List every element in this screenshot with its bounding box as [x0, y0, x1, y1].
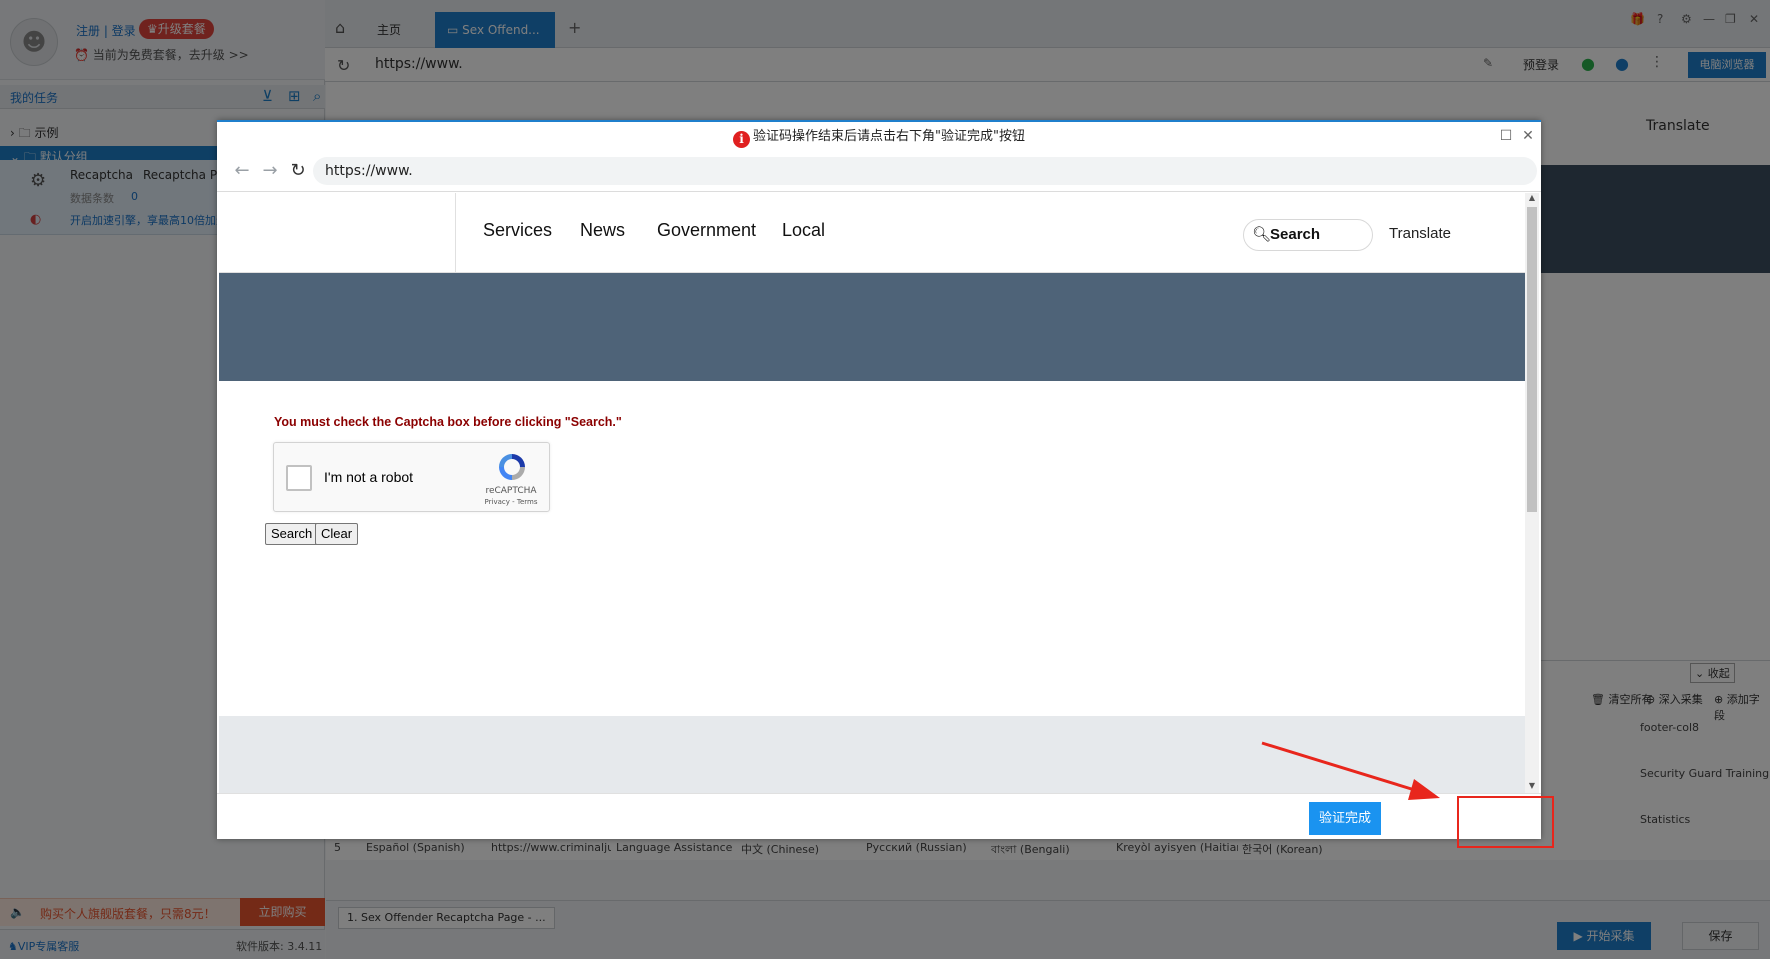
- reload-icon[interactable]: ↻: [287, 160, 309, 182]
- verify-complete-button[interactable]: 验证完成: [1309, 802, 1381, 835]
- scroll-up-icon[interactable]: ▲: [1527, 193, 1537, 202]
- back-icon[interactable]: ←: [231, 160, 253, 182]
- nav-local[interactable]: Local: [782, 220, 825, 241]
- nav-news[interactable]: News: [580, 220, 625, 241]
- clear-button[interactable]: Clear: [315, 523, 359, 545]
- maximize-icon[interactable]: ☐: [1496, 126, 1516, 146]
- search-button[interactable]: Search: [265, 523, 319, 545]
- site-search-button[interactable]: 🔍︎ Search: [1243, 219, 1373, 251]
- close-icon[interactable]: ✕: [1518, 126, 1538, 146]
- header-divider: [455, 193, 456, 273]
- hero-banner: [219, 273, 1525, 381]
- site-header: Services News Government Local 🔍︎ Search …: [219, 193, 1525, 273]
- recaptcha-logo-icon: [499, 454, 525, 480]
- page-footer: [219, 716, 1525, 793]
- scroll-down-icon[interactable]: ▼: [1527, 781, 1537, 790]
- recaptcha-label: I'm not a robot: [324, 469, 414, 485]
- recaptcha-checkbox[interactable]: [286, 465, 312, 491]
- captcha-verification-dialog: i 验证码操作结束后请点击右下角"验证完成"按钮 ☐ ✕ ← → ↻ https:…: [217, 120, 1541, 839]
- recaptcha-widget: I'm not a robot reCAPTCHA Privacy - Term…: [273, 442, 550, 512]
- search-icon: 🔍︎: [1252, 226, 1272, 243]
- scroll-thumb[interactable]: [1527, 207, 1537, 512]
- highlight-box: [1457, 796, 1554, 848]
- nav-government[interactable]: Government: [657, 220, 756, 241]
- recaptcha-privacy-terms[interactable]: Privacy - Terms: [476, 498, 546, 506]
- url-input[interactable]: https://www.: [313, 157, 1537, 185]
- web-page: Services News Government Local 🔍︎ Search …: [219, 193, 1525, 793]
- info-icon: i: [733, 131, 751, 148]
- nav-services[interactable]: Services: [483, 220, 552, 241]
- dialog-navbar: ← → ↻ https://www.: [217, 150, 1541, 192]
- translate-link[interactable]: Translate: [1389, 225, 1451, 242]
- captcha-error-message: You must check the Captcha box before cl…: [274, 415, 622, 429]
- page-scrollbar[interactable]: ▲ ▼: [1525, 193, 1539, 793]
- forward-icon[interactable]: →: [259, 160, 281, 182]
- dialog-title: i 验证码操作结束后请点击右下角"验证完成"按钮 ☐ ✕: [217, 120, 1541, 150]
- recaptcha-brand: reCAPTCHA: [485, 486, 537, 496]
